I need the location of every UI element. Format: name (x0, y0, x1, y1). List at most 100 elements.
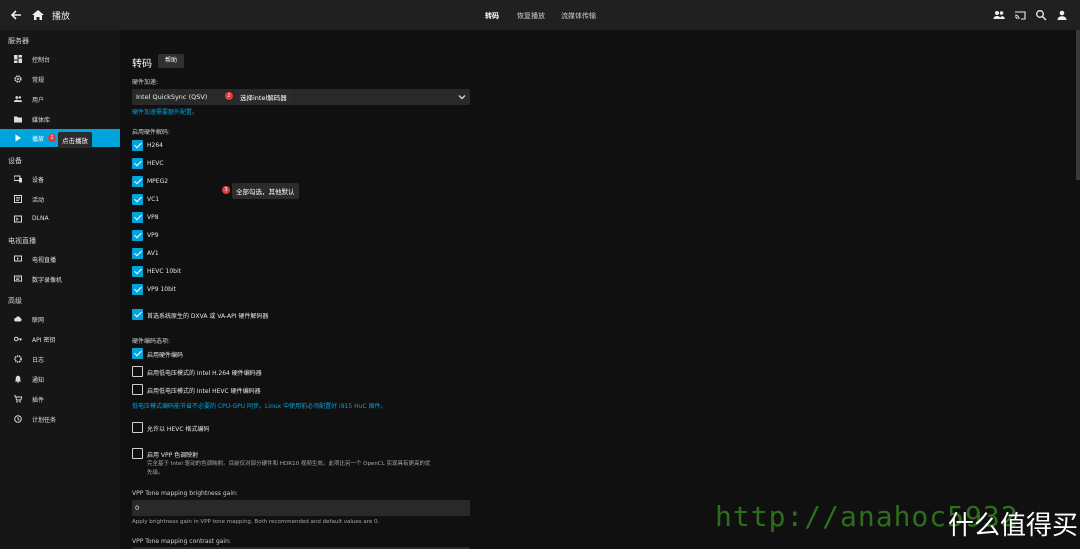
checkbox-vc1[interactable] (132, 194, 143, 205)
contrast-label: VPP Tone mapping contrast gain: (132, 538, 231, 545)
checkbox-label: 启用硬件编码 (147, 352, 184, 359)
sidebar-item-dashboard[interactable]: 控制台 (0, 50, 120, 68)
back-arrow-icon[interactable] (8, 7, 24, 23)
sidebar-item-devices[interactable]: 设备 (0, 170, 120, 188)
sidebar-item-users[interactable]: 用户 (0, 90, 120, 108)
low-power-note[interactable]: 低电压模式编码能节省不必要的 CPU-GPU 同步。Linux 中使用前必须配置… (132, 401, 386, 410)
play-icon (15, 134, 21, 142)
help-button[interactable]: 帮助 (158, 54, 184, 68)
annotation-tooltip-3: 全部勾选，其他默认 (232, 183, 299, 199)
step-badge-3: 3 (222, 186, 230, 194)
sidebar-item-label: 控制台 (32, 57, 51, 64)
bell-icon (14, 375, 22, 383)
dlna-icon (14, 215, 22, 223)
sidebar-item-networking[interactable]: 联网 (0, 310, 120, 328)
brightness-label: VPP Tone mapping brightness gain: (132, 490, 238, 497)
sidebar-item-logs[interactable]: 日志 (0, 350, 120, 368)
users-icon (14, 96, 22, 102)
sidebar-item-label: 通知 (32, 377, 45, 384)
dashboard-icon (14, 55, 22, 63)
sidebar-item-label: 计划任务 (32, 417, 57, 424)
sidebar-item-dlna[interactable]: DLNA (0, 210, 120, 228)
sidebar-item-livetv[interactable]: 电视直播 (0, 250, 120, 268)
checkbox-label: AV1 (147, 250, 159, 257)
checkbox-hevc[interactable] (132, 158, 143, 169)
search-icon[interactable] (1035, 9, 1047, 21)
sidebar-item-label: 插件 (32, 397, 45, 404)
user-icon[interactable] (1056, 9, 1068, 21)
cast-icon[interactable] (1014, 9, 1026, 21)
sidebar-item-library[interactable]: 媒体库 (0, 110, 120, 128)
sidebar-item-general[interactable]: 常规 (0, 70, 120, 88)
sidebar-item-label: 媒体库 (32, 117, 51, 124)
log-icon (14, 355, 22, 363)
sidebar-item-label: 播放 (32, 136, 45, 143)
checkbox-allow-hevc-encode[interactable] (132, 422, 143, 433)
sidebar-section-livetv: 电视直播 (8, 237, 36, 245)
checkbox-vp9[interactable] (132, 230, 143, 241)
section-heading: 转码 (132, 59, 152, 70)
hw-accel-note-link[interactable]: 硬件加速需要额外配置。 (132, 107, 198, 116)
sidebar-item-label: DLNA (32, 215, 49, 222)
tab-resume[interactable]: 恢复播放 (517, 11, 545, 21)
checkbox-av1[interactable] (132, 248, 143, 259)
activity-icon (14, 195, 22, 203)
annotation-tooltip-1: 点击播放 (58, 132, 92, 148)
watermark-brand: 什么值得买 (948, 511, 1079, 541)
scrollbar[interactable] (1076, 30, 1080, 180)
checkbox-enable-hw-encode[interactable] (132, 348, 143, 359)
checkbox-low-power-h264[interactable] (132, 366, 143, 377)
sidebar-item-label: 日志 (32, 357, 45, 364)
sidebar-item-activity[interactable]: 活动 (0, 190, 120, 208)
checkbox-label: HEVC (147, 160, 164, 167)
home-icon[interactable] (30, 7, 46, 23)
gear-icon (14, 75, 22, 83)
checkbox-h264[interactable] (132, 140, 143, 151)
tab-transcoding[interactable]: 转码 (485, 11, 499, 21)
checkbox-label: HEVC 10bit (147, 268, 181, 275)
sidebar-item-label: 活动 (32, 197, 45, 204)
sidebar-item-scheduled-tasks[interactable]: 计划任务 (0, 410, 120, 428)
encode-options-label: 硬件编码选项: (132, 338, 171, 345)
tab-streaming[interactable]: 流媒体传输 (561, 11, 596, 21)
checkbox-label: 允许以 HEVC 格式编码 (147, 426, 210, 433)
hw-accel-label: 硬件加速: (132, 79, 159, 86)
hw-decode-label: 启用硬件解码: (132, 129, 171, 136)
checkbox-label: H264 (147, 142, 163, 149)
users-icon[interactable] (993, 9, 1005, 21)
tv-icon (14, 255, 22, 262)
hw-accel-select[interactable]: Intel QuickSync (QSV) (132, 89, 470, 105)
sidebar-section-server: 服务器 (8, 37, 29, 45)
sidebar-item-plugins[interactable]: 插件 (0, 390, 120, 408)
chevron-down-icon (458, 95, 466, 100)
checkbox-prefer-native-decoder[interactable] (132, 309, 143, 320)
checkbox-label: 启用 VPP 色调映射 (147, 452, 199, 459)
sidebar-section-advanced: 高级 (8, 297, 22, 305)
checkbox-label: MPEG2 (147, 178, 169, 185)
brightness-input[interactable]: 0 (132, 500, 470, 516)
sidebar-item-label: 电视直播 (32, 257, 57, 264)
sidebar-item-label: API 密钥 (32, 337, 56, 344)
checkbox-label: VC1 (147, 196, 160, 203)
checkbox-low-power-hevc[interactable] (132, 384, 143, 395)
sidebar-item-label: 设备 (32, 177, 45, 184)
checkbox-vp8[interactable] (132, 212, 143, 223)
sidebar-item-api-keys[interactable]: API 密钥 (0, 330, 120, 348)
sidebar-item-notifications[interactable]: 通知 (0, 370, 120, 388)
sidebar-item-label: 常规 (32, 77, 45, 84)
main-content: 转码 帮助 硬件加速: Intel QuickSync (QSV) 2 选择in… (120, 30, 1080, 549)
checkbox-label: 启用低电压模式的 Intel HEVC 硬件编码器 (147, 388, 261, 395)
step-badge-1: 1 (48, 134, 56, 142)
checkbox-vp9-10bit[interactable] (132, 284, 143, 295)
checkbox-vpp-tonemap[interactable] (132, 448, 143, 459)
checkbox-mpeg2[interactable] (132, 176, 143, 187)
checkbox-hevc-10bit[interactable] (132, 266, 143, 277)
annotation-tooltip-2: 选择intel解码器 (236, 89, 291, 105)
sidebar-item-label: 数字录像机 (32, 277, 63, 284)
folder-icon (14, 116, 22, 123)
checkbox-label: VP9 10bit (147, 286, 176, 293)
brightness-value: 0 (135, 504, 140, 512)
top-bar: 播放 转码 恢复播放 流媒体传输 (0, 0, 1080, 30)
step-badge-2: 2 (225, 92, 233, 100)
sidebar-item-dvr[interactable]: 数字录像机 (0, 270, 120, 288)
